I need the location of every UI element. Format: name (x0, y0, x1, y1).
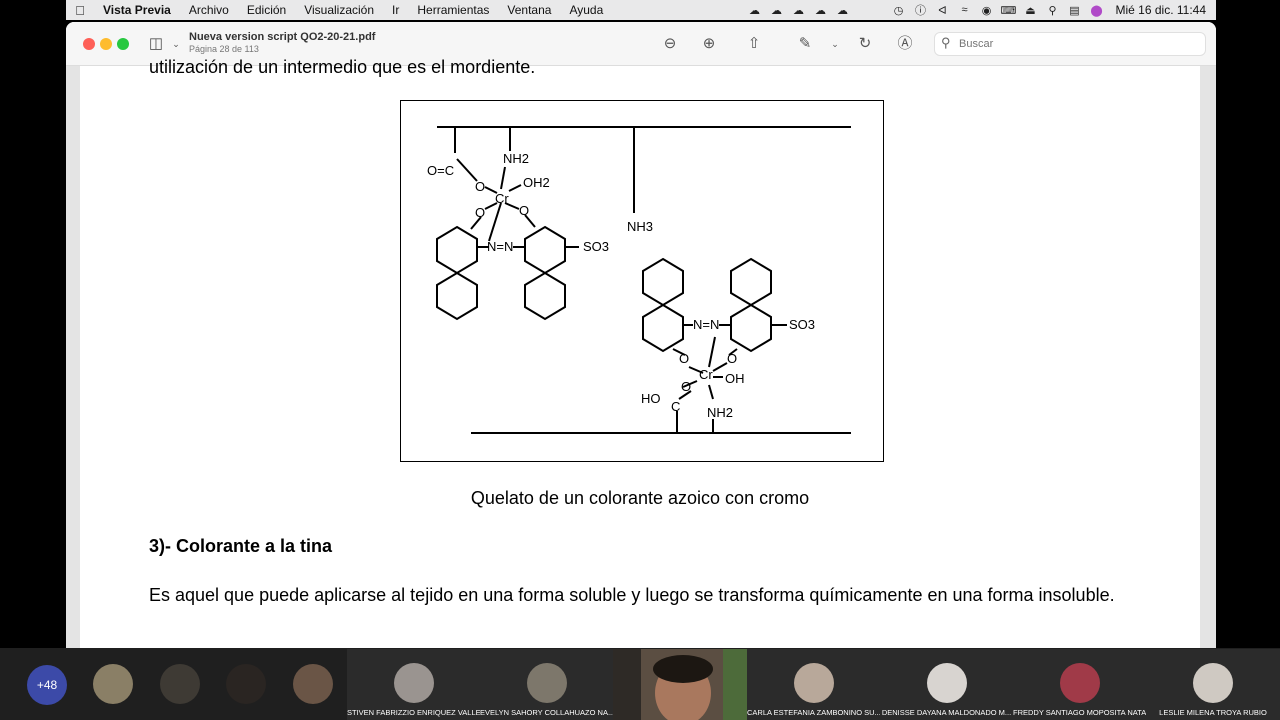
keyboard-icon[interactable]: ⌨ (998, 4, 1020, 17)
more-participants-badge[interactable]: +48 (27, 665, 67, 705)
siri-icon[interactable]: ⬤ (1086, 4, 1108, 17)
cloud-icon[interactable]: ☁ (810, 4, 832, 17)
participant-avatar[interactable] (293, 664, 333, 704)
label-o: O (681, 379, 691, 394)
wifi-icon[interactable]: ≈ (954, 4, 976, 16)
zoom-button[interactable] (117, 38, 129, 50)
left-dark-strip (0, 0, 66, 648)
share-icon[interactable]: ⇧ (744, 34, 764, 54)
participant-tile[interactable]: FREDDY SANTIAGO MOPOSITA NATA (1013, 649, 1146, 720)
page-indicator: Página 28 de 113 (189, 44, 259, 54)
label-o: O (475, 205, 485, 220)
info-icon[interactable]: ⓘ (910, 2, 932, 18)
participant-tile[interactable]: DENISSE DAYANA MALDONADO M... (880, 649, 1013, 720)
apple-icon[interactable]:  (66, 3, 94, 18)
cloud-icon[interactable]: ☁ (744, 4, 766, 17)
participant-name: EVELYN SAHORY COLLAHUAZO NA... (480, 708, 613, 717)
participant-avatar[interactable] (226, 664, 266, 704)
participant-avatar (1193, 663, 1233, 703)
status-icons: ☁ ☁ ☁ ☁ ☁ ◷ ⓘ ᐊ ≈ ◉ ⌨ ⏏ ⚲ ▤ ⬤ Mié 16 dic… (744, 2, 1217, 18)
menu-ayuda[interactable]: Ayuda (560, 3, 612, 17)
cloud-icon[interactable]: ☁ (766, 4, 788, 17)
label-o: O (475, 179, 485, 194)
user-icon[interactable]: ◉ (976, 4, 998, 17)
document-title: Nueva version script QO2-20-21.pdf (189, 31, 376, 43)
control-center-icon[interactable]: ▤ (1064, 4, 1086, 17)
participant-avatar (1059, 663, 1100, 703)
spotlight-icon[interactable]: ⚲ (1042, 4, 1064, 17)
speaker-video[interactable] (613, 649, 747, 720)
label-ho: HO (641, 391, 661, 406)
label-nn-top: N=N (487, 239, 513, 254)
participant-name: FREDDY SANTIAGO MOPOSITA NATA (1013, 708, 1146, 717)
section-heading: 3)- Colorante a la tina (149, 536, 333, 556)
body-paragraph: Es aquel que puede aplicarse al tejido e… (149, 585, 1115, 605)
label-nh2-top: NH2 (503, 151, 529, 166)
menu-edicion[interactable]: Edición (238, 3, 295, 17)
menu-archivo[interactable]: Archivo (180, 3, 238, 17)
menu-ventana[interactable]: Ventana (498, 3, 560, 17)
label-o: O (519, 203, 529, 218)
markup-pen-icon[interactable]: ✎ (795, 34, 815, 54)
annotate-icon[interactable]: Ⓐ (895, 34, 915, 54)
preview-window: ◫ ⌄ Nueva version script QO2-20-21.pdf P… (66, 22, 1216, 648)
menu-herramientas[interactable]: Herramientas (408, 3, 498, 17)
label-oh2: OH2 (523, 175, 550, 190)
document-viewport[interactable]: utilización de un intermedio que es el m… (66, 57, 1216, 648)
participant-name: DENISSE DAYANA MALDONADO M... (881, 708, 1012, 717)
chevron-down-icon[interactable]: ⌄ (825, 34, 845, 54)
participant-avatar (793, 663, 834, 703)
menu-app-name[interactable]: Vista Previa (94, 3, 180, 17)
time-machine-icon[interactable]: ◷ (888, 4, 910, 17)
menubar:  Vista Previa Archivo Edición Visualiza… (66, 0, 1216, 20)
label-cr-top: Cr (495, 191, 509, 206)
participant-tile[interactable]: STIVEN FABRIZZIO ENRIQUEZ VALLE (347, 649, 480, 720)
participant-avatar (526, 663, 567, 703)
participant-tile[interactable]: EVELYN SAHORY COLLAHUAZO NA... (480, 649, 613, 720)
label-o: O (727, 351, 737, 366)
label-so3-bottom: SO3 (789, 317, 815, 332)
participant-tile[interactable]: CARLA ESTEFANIA ZAMBONINO SU... (747, 649, 880, 720)
participant-avatar[interactable] (93, 664, 133, 704)
label-cr-bottom: Cr (699, 367, 713, 382)
label-so3-top: SO3 (583, 239, 609, 254)
cloud-icon[interactable]: ☁ (832, 4, 854, 17)
zoom-out-icon[interactable]: ⊖ (660, 34, 680, 54)
participant-avatar (393, 663, 434, 703)
eject-icon[interactable]: ⏏ (1020, 4, 1042, 17)
label-nh2-bottom: NH2 (707, 405, 733, 420)
label-nn-bottom: N=N (693, 317, 719, 332)
figure-caption: Quelato de un colorante azoico con cromo (470, 488, 810, 508)
label-nh3: NH3 (627, 219, 653, 234)
minimize-button[interactable] (100, 38, 112, 50)
search-input[interactable] (959, 36, 1199, 52)
search-box[interactable]: ⚲ (934, 32, 1206, 56)
participant-avatar[interactable] (160, 664, 200, 704)
menu-visualizacion[interactable]: Visualización (295, 3, 383, 17)
chelate-diagram: O=C NH2 OH2 Cr O O O N=N SO3 NH3 N=N SO3… (427, 126, 851, 434)
participant-name: LESLIE MILENA TROYA RUBIO (1159, 708, 1267, 717)
label-c: C (671, 399, 680, 414)
rotate-icon[interactable]: ↻ (855, 34, 875, 54)
participant-name: STIVEN FABRIZZIO ENRIQUEZ VALLE (347, 708, 480, 717)
bluetooth-icon[interactable]: ᐊ (932, 4, 954, 17)
participant-avatar (926, 663, 967, 703)
zoom-in-icon[interactable]: ⊕ (699, 34, 719, 54)
close-button[interactable] (83, 38, 95, 50)
cut-off-text-line: utilización de un intermedio que es el m… (149, 57, 536, 77)
label-oc: O=C (427, 163, 454, 178)
participant-name: CARLA ESTEFANIA ZAMBONINO SU... (747, 708, 880, 717)
search-icon: ⚲ (941, 35, 951, 50)
sidebar-toggle-icon[interactable]: ◫ (146, 34, 166, 54)
cloud-icon[interactable]: ☁ (788, 4, 810, 17)
menubar-clock[interactable]: Mié 16 dic. 11:44 (1108, 3, 1217, 17)
speaker-video-frame (613, 649, 747, 720)
menu-ir[interactable]: Ir (383, 3, 408, 17)
label-oh: OH (725, 371, 745, 386)
label-o: O (679, 351, 689, 366)
participant-tile[interactable]: LESLIE MILENA TROYA RUBIO (1146, 649, 1280, 720)
chevron-down-icon[interactable]: ⌄ (166, 34, 186, 54)
chemical-structure-figure: O=C NH2 OH2 Cr O O O N=N SO3 NH3 N=N SO3… (400, 100, 884, 462)
pdf-page: utilización de un intermedio que es el m… (80, 57, 1200, 648)
